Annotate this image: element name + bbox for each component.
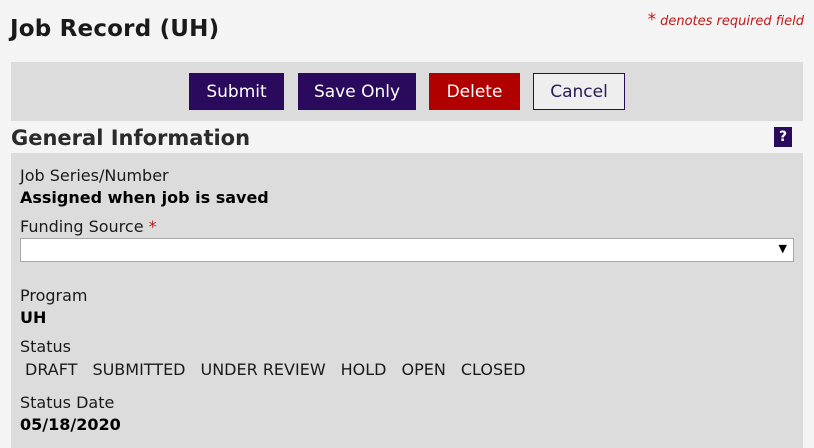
funding-source-label-text: Funding Source [20,217,144,236]
required-note-text: denotes required field [660,14,804,29]
status-option-submitted[interactable]: SUBMITTED [92,360,185,382]
help-icon[interactable]: ? [774,127,792,147]
status-option-hold[interactable]: HOLD [341,360,387,382]
general-information-panel: Job Series/Number Assigned when job is s… [11,153,803,448]
required-field-note: * denotes required field [648,10,804,30]
job-record-page: Job Record (UH) * denotes required field … [0,0,814,448]
status-option-under-review[interactable]: UNDER REVIEW [201,360,326,382]
required-star-icon: * [647,10,657,30]
dropdown-caret-icon: ▼ [778,242,787,255]
page-title: Job Record (UH) [10,16,220,42]
general-information-header: General Information ? [11,126,803,153]
status-date-label: Status Date [20,393,115,412]
program-label: Program [20,286,88,305]
submit-button[interactable]: Submit [189,73,284,110]
status-option-draft[interactable]: DRAFT [25,360,77,382]
funding-source-label: Funding Source * [20,217,157,236]
section-title: General Information [11,126,251,150]
funding-source-select[interactable]: ▼ [20,238,794,262]
required-star-icon: * [148,217,157,236]
status-option-open[interactable]: OPEN [402,360,446,382]
save-only-button[interactable]: Save Only [298,73,416,110]
status-option-closed[interactable]: CLOSED [461,360,526,382]
delete-button[interactable]: Delete [429,73,520,110]
job-series-value: Assigned when job is saved [20,188,269,207]
program-value: UH [20,308,47,327]
job-series-label: Job Series/Number [20,166,169,185]
cancel-button[interactable]: Cancel [533,73,625,110]
status-date-value: 05/18/2020 [20,415,121,434]
action-toolbar: Submit Save Only Delete Cancel [11,62,803,121]
status-options: DRAFT SUBMITTED UNDER REVIEW HOLD OPEN C… [25,360,526,382]
status-label: Status [20,337,71,356]
